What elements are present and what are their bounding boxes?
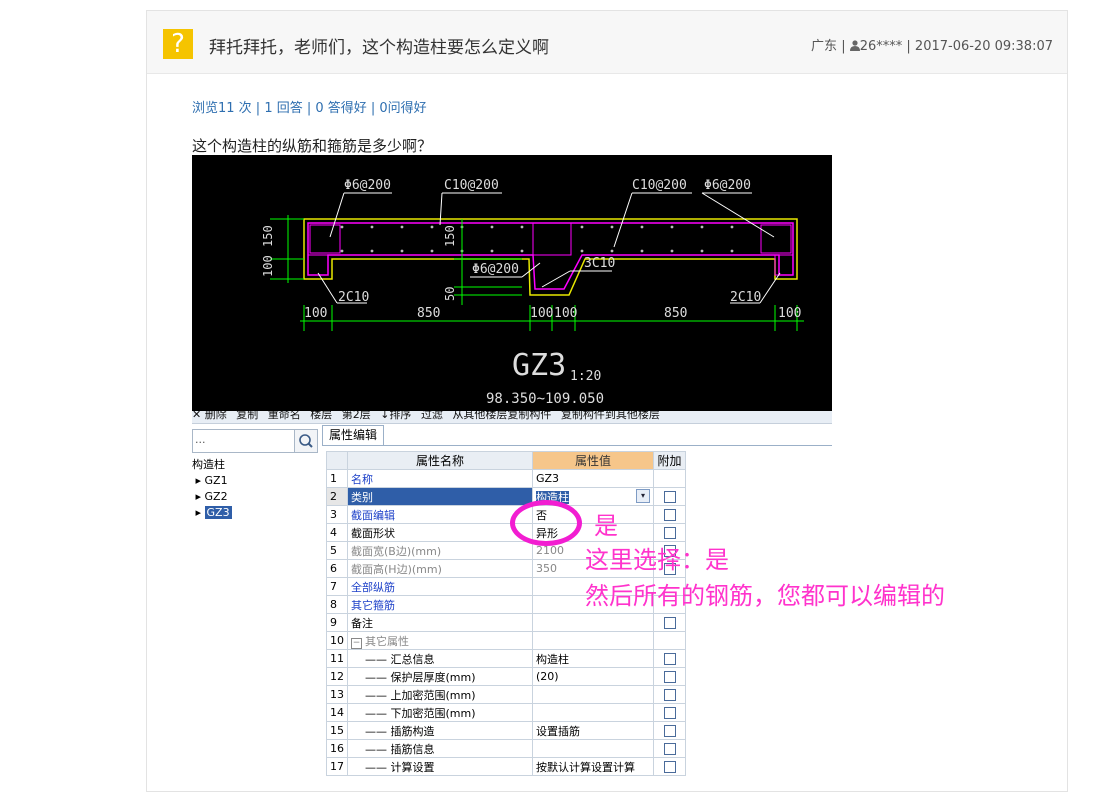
component-search-input[interactable]: ... bbox=[192, 429, 318, 453]
question-mark-icon: ? bbox=[163, 29, 193, 59]
table-row[interactable]: 11 —— 汇总信息 构造柱 bbox=[326, 649, 686, 668]
table-row[interactable]: 17 —— 计算设置 按默认计算设置计算 bbox=[326, 757, 686, 776]
toolbar-filter[interactable]: 过滤 bbox=[421, 411, 443, 421]
toolbar-floor: 楼层 bbox=[310, 411, 333, 421]
question-meta: 广东 | 26**** | 2017-06-20 09:38:07 bbox=[811, 39, 1053, 54]
tree-item-selected[interactable]: ▸ GZ3 bbox=[192, 505, 232, 521]
property-tabstrip: 属性编辑 bbox=[322, 425, 832, 446]
checkbox[interactable] bbox=[663, 689, 676, 701]
question-body: 这个构造柱的纵筋和箍筋是多少啊？ bbox=[192, 137, 433, 155]
username[interactable]: 26**** bbox=[860, 39, 903, 54]
tab-property-edit[interactable]: 属性编辑 bbox=[322, 425, 385, 445]
cad-elevation-range: 98.350~109.050 bbox=[486, 391, 604, 407]
checkbox[interactable] bbox=[663, 509, 676, 521]
toolbar-floor-select[interactable]: 第2层 bbox=[342, 411, 371, 421]
checkbox[interactable] bbox=[663, 707, 676, 719]
cad-scale: 1:20 bbox=[570, 369, 601, 384]
cad-label: 2C10 bbox=[338, 290, 369, 305]
checkbox[interactable] bbox=[663, 743, 676, 755]
tree-item[interactable]: ▸ GZ1 bbox=[192, 473, 232, 489]
cad-label: 850 bbox=[664, 306, 687, 321]
cad-drawing-image: Φ6@200 C10@200 C10@200 Φ6@200 Φ6@200 3C1… bbox=[192, 155, 832, 411]
checkbox[interactable] bbox=[663, 617, 676, 629]
toolbar-delete[interactable]: ✕ 删除 bbox=[192, 411, 227, 421]
checkbox[interactable] bbox=[663, 491, 676, 503]
component-tree: 构造柱 ▸ GZ1 ▸ GZ2 ▸ GZ3 bbox=[192, 457, 232, 521]
toolbar-copy-to-floor[interactable]: 复制构件到其他楼层 bbox=[561, 411, 660, 421]
cad-title: GZ3 bbox=[512, 348, 566, 383]
cad-label: Φ6@200 bbox=[344, 178, 391, 193]
question-card: ? 拜托拜托，老师们，这个构造柱要怎么定义啊 广东 | 26**** | 201… bbox=[146, 10, 1068, 792]
table-row[interactable]: 14 —— 下加密范围(mm) bbox=[326, 703, 686, 722]
table-row[interactable]: 10− 其它属性 bbox=[326, 631, 686, 650]
table-row[interactable]: 4 截面形状 异形 bbox=[326, 523, 686, 542]
cad-label: 100 bbox=[261, 255, 275, 277]
header-num bbox=[326, 451, 348, 470]
header-name: 属性名称 bbox=[347, 451, 533, 470]
table-header-row: 属性名称 属性值 附加 bbox=[326, 451, 686, 470]
table-row[interactable]: 16 —— 插筋信息 bbox=[326, 739, 686, 758]
tree-root[interactable]: 构造柱 bbox=[192, 457, 232, 473]
table-row[interactable]: 12 —— 保护层厚度(mm) (20) bbox=[326, 667, 686, 686]
checkbox[interactable] bbox=[663, 761, 676, 773]
checkbox[interactable] bbox=[663, 671, 676, 683]
cad-label: Φ6@200 bbox=[472, 262, 519, 277]
toolbar-copy[interactable]: 复制 bbox=[236, 411, 258, 421]
table-row[interactable]: 2 类别 构造柱 ▾ bbox=[326, 487, 686, 506]
cad-label: 100 bbox=[304, 306, 327, 321]
annotation-mark: 是 bbox=[594, 512, 618, 540]
cad-drawing: Φ6@200 C10@200 C10@200 Φ6@200 Φ6@200 3C1… bbox=[261, 178, 804, 407]
toolbar-copy-from-floor[interactable]: 从其他楼层复制构件 bbox=[452, 411, 551, 421]
table-row[interactable]: 15 —— 插筋构造 设置插筋 bbox=[326, 721, 686, 740]
region: 广东 bbox=[811, 39, 838, 54]
header-value: 属性值 bbox=[532, 451, 654, 470]
cad-label: 100 bbox=[554, 306, 577, 321]
question-header: ? 拜托拜托，老师们，这个构造柱要怎么定义啊 广东 | 26**** | 201… bbox=[147, 11, 1067, 74]
table-row[interactable]: 3 截面编辑否 bbox=[326, 505, 686, 524]
cad-label: 3C10 bbox=[584, 256, 615, 271]
post-datetime: 2017-06-20 09:38:07 bbox=[914, 39, 1053, 54]
collapse-icon: − bbox=[351, 637, 362, 649]
cad-label: 100 bbox=[778, 306, 801, 321]
annotation-circle bbox=[510, 500, 582, 546]
cad-label: 100 bbox=[530, 306, 553, 321]
question-stats[interactable]: 浏览11 次 | 1 回答 | 0 答得好 | 0问得好 bbox=[192, 97, 427, 116]
property-table: 属性名称 属性值 附加 1 名称 GZ3 2 类别 构造柱 ▾ 3 截面编辑否 4 截面形状异… bbox=[326, 451, 686, 776]
header-extra: 附加 bbox=[653, 451, 686, 470]
checkbox[interactable] bbox=[663, 653, 676, 665]
search-icon[interactable] bbox=[294, 430, 317, 452]
cad-label: 2C10 bbox=[730, 290, 761, 305]
toolbar-rename[interactable]: 重命名 bbox=[268, 411, 301, 421]
user-icon bbox=[849, 40, 860, 51]
cad-label: 50 bbox=[443, 287, 457, 301]
cad-label: C10@200 bbox=[632, 178, 687, 193]
annotation-line-2: 然后所有的钢筋，您都可以编辑的 bbox=[585, 582, 945, 610]
cad-label: C10@200 bbox=[444, 178, 499, 193]
chevron-down-icon: ▾ bbox=[636, 488, 650, 503]
table-row[interactable]: 1 名称 GZ3 bbox=[326, 469, 686, 488]
annotation-line-1: 这里选择：是 bbox=[585, 546, 729, 574]
search-text: ... bbox=[195, 433, 206, 446]
cad-label: 850 bbox=[417, 306, 440, 321]
table-row[interactable]: 9 备注 bbox=[326, 613, 686, 632]
checkbox[interactable] bbox=[663, 527, 676, 539]
tree-item[interactable]: ▸ GZ2 bbox=[192, 489, 232, 505]
table-row[interactable]: 13 —— 上加密范围(mm) bbox=[326, 685, 686, 704]
cad-label: Φ6@200 bbox=[704, 178, 751, 193]
cad-label: 150 bbox=[443, 225, 457, 247]
software-toolbar: ✕ 删除 复制 重命名 楼层 第2层 ↓排序 过滤 从其他楼层复制构件 复制构件… bbox=[192, 411, 832, 424]
question-title: 拜托拜托，老师们，这个构造柱要怎么定义啊 bbox=[209, 38, 549, 58]
toolbar-sort[interactable]: ↓排序 bbox=[380, 411, 411, 421]
checkbox[interactable] bbox=[663, 725, 676, 737]
cad-label: 150 bbox=[261, 225, 275, 247]
